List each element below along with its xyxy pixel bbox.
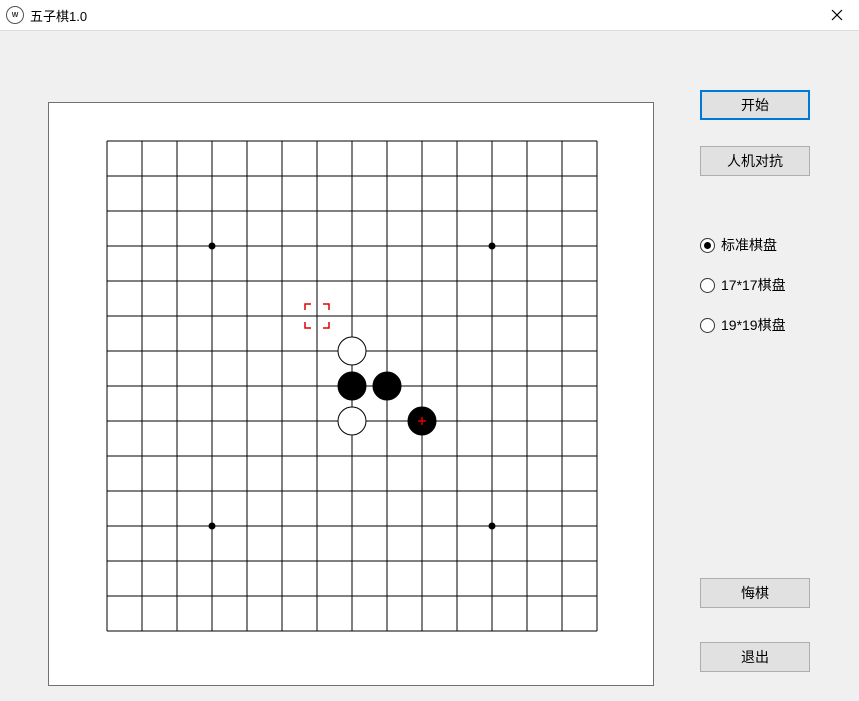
exit-button-label: 退出 — [741, 647, 769, 667]
window-title: 五子棋1.0 — [30, 6, 87, 25]
board-size-option-label: 标准棋盘 — [721, 235, 777, 255]
board-size-option[interactable]: 标准棋盘 — [700, 234, 830, 256]
board-size-option[interactable]: 19*19棋盘 — [700, 314, 830, 336]
start-button[interactable]: 开始 — [700, 90, 810, 120]
board-size-radio-group: 标准棋盘 17*17棋盘 19*19棋盘 — [700, 234, 830, 336]
sidebar: 开始 人机对抗 标准棋盘 17*17棋盘 19*19棋盘 悔棋 退出 — [700, 90, 830, 672]
board-size-option[interactable]: 17*17棋盘 — [700, 274, 830, 296]
start-button-label: 开始 — [741, 95, 769, 115]
close-button[interactable] — [814, 0, 859, 30]
white-stone — [338, 407, 366, 435]
titlebar: W 五子棋1.0 — [0, 0, 859, 31]
black-stone — [373, 372, 401, 400]
close-icon — [831, 9, 843, 21]
black-stone — [338, 372, 366, 400]
white-stone — [338, 337, 366, 365]
radio-icon — [700, 278, 715, 293]
board-panel — [48, 102, 654, 686]
app-window: W 五子棋1.0 开始 人机对抗 标准棋盘 17*17棋盘 19*19棋盘 悔棋 — [0, 0, 859, 701]
board-size-option-label: 17*17棋盘 — [721, 275, 786, 295]
undo-button[interactable]: 悔棋 — [700, 578, 810, 608]
undo-button-label: 悔棋 — [741, 583, 769, 603]
board-size-option-label: 19*19棋盘 — [721, 315, 786, 335]
app-icon: W — [6, 6, 24, 24]
client-area: 开始 人机对抗 标准棋盘 17*17棋盘 19*19棋盘 悔棋 退出 — [0, 30, 859, 701]
radio-icon — [700, 318, 715, 333]
exit-button[interactable]: 退出 — [700, 642, 810, 672]
game-board[interactable] — [103, 137, 601, 635]
mode-button[interactable]: 人机对抗 — [700, 146, 810, 176]
radio-icon — [700, 238, 715, 253]
mode-button-label: 人机对抗 — [727, 151, 783, 171]
